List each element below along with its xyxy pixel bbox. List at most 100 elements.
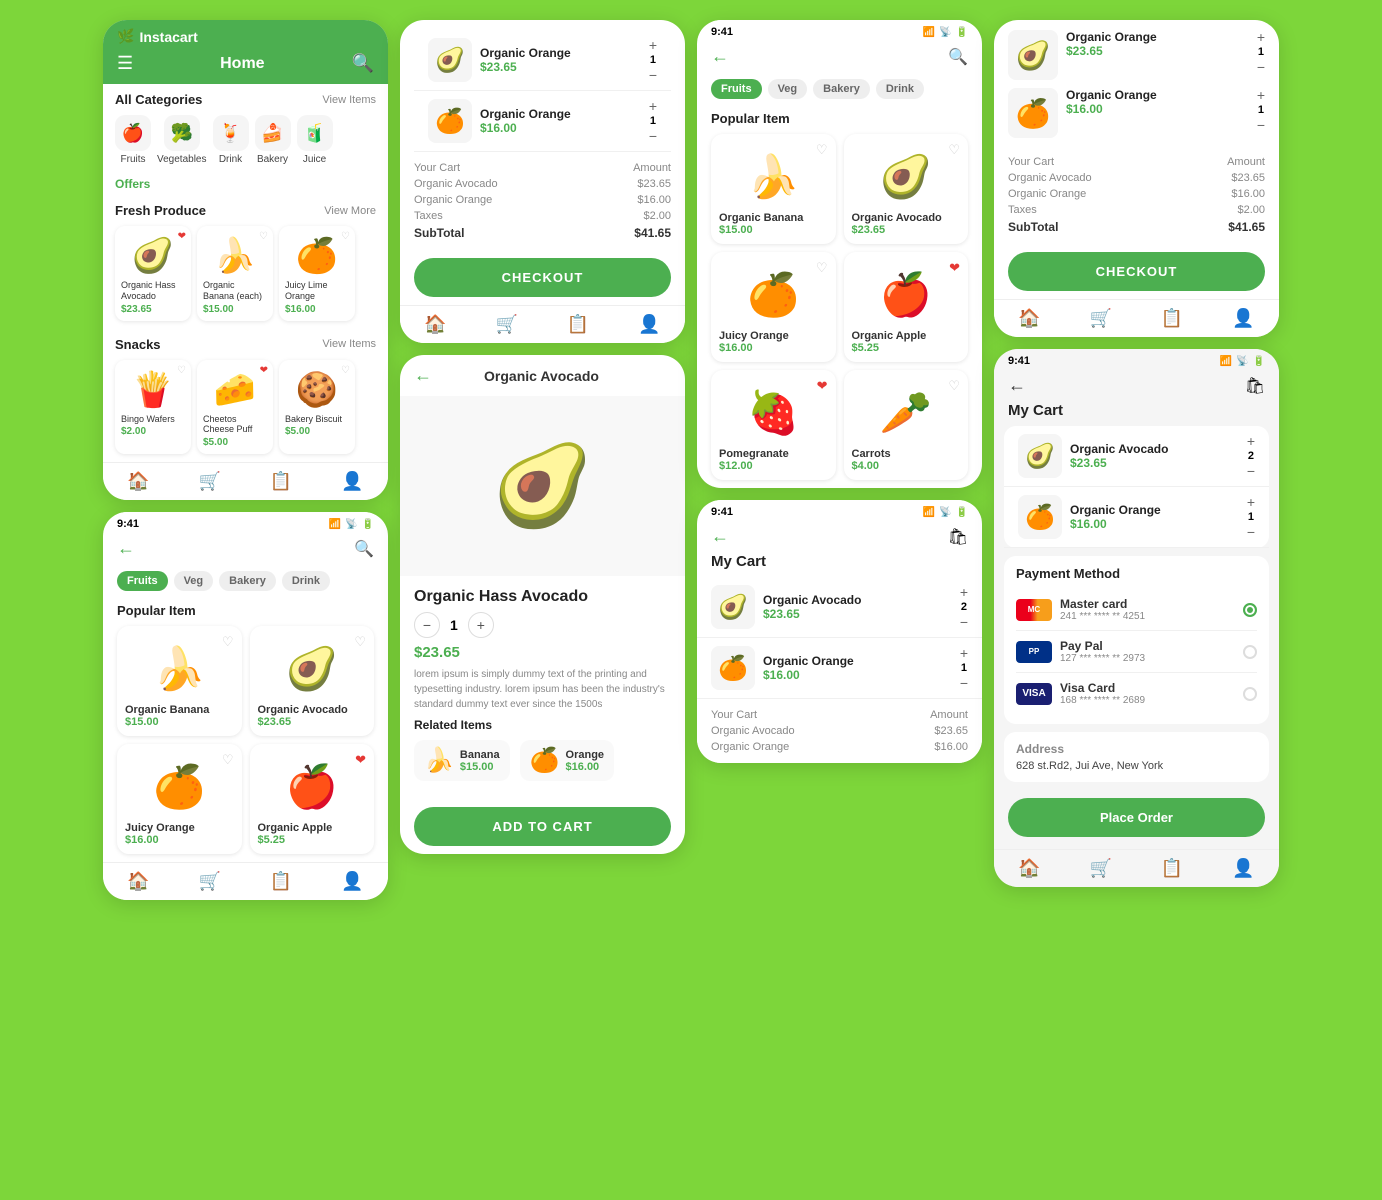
cat-vegetables[interactable]: 🥦 Vegetables (157, 115, 207, 165)
visa-radio[interactable] (1243, 687, 1257, 701)
tab-drink-4[interactable]: Drink (876, 79, 924, 99)
tab-fruits-4[interactable]: Fruits (711, 79, 762, 99)
menu-icon[interactable]: ☰ (117, 53, 133, 74)
payment-mastercard[interactable]: MC Master card 241 *** **** ** 4251 (1016, 589, 1257, 631)
grid-pom-heart-4[interactable]: ❤ (817, 378, 828, 394)
grid-avocado-heart-6[interactable]: ♡ (354, 634, 366, 650)
back-btn-4[interactable]: ← (711, 46, 729, 67)
paypal-radio[interactable] (1243, 645, 1257, 659)
qty-plus-avocado[interactable]: + (649, 38, 657, 52)
product-biscuit[interactable]: ♡ 🍪 Bakery Biscuit $5.00 (279, 360, 355, 455)
product-banana[interactable]: ♡ 🍌 Organic Banana (each) $15.00 (197, 226, 273, 321)
nav-orders-7[interactable]: 📋 (1161, 308, 1183, 329)
avocado-heart[interactable]: ❤ (178, 231, 186, 242)
qty-minus-avocado[interactable]: − (649, 68, 657, 82)
nav-orders-icon[interactable]: 📋 (270, 471, 292, 492)
search-btn-4[interactable]: 🔍 (948, 47, 968, 67)
cat-juice[interactable]: 🧃 Juice (297, 115, 333, 165)
product-orange[interactable]: ♡ 🍊 Juicy Lime Orange $16.00 (279, 226, 355, 321)
qty-minus-orange-5[interactable]: − (960, 676, 968, 690)
tab-veg-4[interactable]: Veg (768, 79, 808, 99)
nav-cart-7[interactable]: 🛒 (1090, 308, 1112, 329)
cart-bag-icon-8[interactable]: 🛍 (1245, 376, 1265, 396)
qty-minus-orange[interactable]: − (649, 129, 657, 143)
back-btn-5[interactable]: ← (711, 526, 729, 547)
grid-pomegranate-4[interactable]: ❤ 🍓 Pomegranate $12.00 (711, 370, 836, 480)
nav-home-8[interactable]: 🏠 (1018, 858, 1040, 879)
grid-carrot-4[interactable]: ♡ 🥕 Carrots $4.00 (844, 370, 969, 480)
grid-carrot-heart-4[interactable]: ♡ (948, 378, 960, 394)
banana-heart[interactable]: ♡ (259, 231, 268, 242)
grid-banana-heart-6[interactable]: ♡ (222, 634, 234, 650)
grid-apple-6[interactable]: ❤ 🍎 Organic Apple $5.25 (250, 744, 375, 854)
nav-cart-icon[interactable]: 🛒 (199, 471, 221, 492)
grid-banana-heart-4[interactable]: ♡ (816, 142, 828, 158)
back-btn-8[interactable]: ← (1008, 375, 1026, 396)
qty-plus-7b[interactable]: + (1257, 88, 1265, 102)
search-icon[interactable]: 🔍 (352, 53, 374, 74)
cheetos-heart[interactable]: ❤ (260, 365, 268, 376)
qty-minus-7a[interactable]: − (1257, 60, 1265, 74)
tab-bakery-4[interactable]: Bakery (813, 79, 870, 99)
nav-cart-6[interactable]: 🛒 (199, 871, 221, 892)
search-btn-6[interactable]: 🔍 (354, 539, 374, 559)
qty-plus-pay-o[interactable]: + (1247, 495, 1255, 509)
payment-visa[interactable]: VISA Visa Card 168 *** **** ** 2689 (1016, 673, 1257, 714)
back-btn-detail[interactable]: ← (414, 365, 432, 386)
wafers-heart[interactable]: ♡ (177, 365, 186, 376)
nav-profile-icon[interactable]: 👤 (341, 471, 363, 492)
place-order-btn[interactable]: Place Order (1008, 798, 1265, 837)
grid-avocado-heart-4[interactable]: ♡ (948, 142, 960, 158)
cart-bag-icon-5[interactable]: 🛍 (948, 527, 968, 547)
qty-minus-pay-o[interactable]: − (1247, 525, 1255, 539)
grid-orange-heart-6[interactable]: ♡ (222, 752, 234, 768)
grid-orange-4[interactable]: ♡ 🍊 Juicy Orange $16.00 (711, 252, 836, 362)
product-cheetos[interactable]: ❤ 🧀 Cheetos Cheese Puff $5.00 (197, 360, 273, 455)
grid-apple-heart-6[interactable]: ❤ (355, 752, 366, 768)
qty-plus-orange[interactable]: + (649, 99, 657, 113)
cat-bakery[interactable]: 🍰 Bakery (255, 115, 291, 165)
grid-avocado-4[interactable]: ♡ 🥑 Organic Avocado $23.65 (844, 134, 969, 244)
back-btn-6[interactable]: ← (117, 538, 135, 559)
fresh-produce-view-link[interactable]: View More (324, 205, 376, 217)
nav-profile-2[interactable]: 👤 (638, 314, 660, 335)
qty-minus-pay-a[interactable]: − (1247, 464, 1255, 478)
grid-apple-4[interactable]: ❤ 🍎 Organic Apple $5.25 (844, 252, 969, 362)
grid-banana-4[interactable]: ♡ 🍌 Organic Banana $15.00 (711, 134, 836, 244)
grid-banana-6[interactable]: ♡ 🍌 Organic Banana $15.00 (117, 626, 242, 736)
product-wafers[interactable]: ♡ 🍟 Bingo Wafers $2.00 (115, 360, 191, 455)
cat-fruits[interactable]: 🍎 Fruits (115, 115, 151, 165)
nav-home-7[interactable]: 🏠 (1018, 308, 1040, 329)
categories-view-link[interactable]: View Items (322, 94, 376, 106)
nav-profile-6[interactable]: 👤 (341, 871, 363, 892)
qty-minus-detail[interactable]: − (414, 612, 440, 638)
nav-home-icon[interactable]: 🏠 (127, 471, 149, 492)
qty-plus-orange-5[interactable]: + (960, 646, 968, 660)
related-banana[interactable]: 🍌 Banana $15.00 (414, 740, 510, 781)
nav-cart-8[interactable]: 🛒 (1090, 858, 1112, 879)
grid-avocado-6[interactable]: ♡ 🥑 Organic Avocado $23.65 (250, 626, 375, 736)
grid-apple-heart-4[interactable]: ❤ (949, 260, 960, 276)
qty-plus-pay-a[interactable]: + (1247, 434, 1255, 448)
tab-veg-6[interactable]: Veg (174, 571, 214, 591)
tab-fruits-6[interactable]: Fruits (117, 571, 168, 591)
nav-orders-2[interactable]: 📋 (567, 314, 589, 335)
nav-profile-7[interactable]: 👤 (1232, 308, 1254, 329)
tab-bakery-6[interactable]: Bakery (219, 571, 276, 591)
qty-minus-7b[interactable]: − (1257, 118, 1265, 132)
nav-orders-6[interactable]: 📋 (270, 871, 292, 892)
orange-heart[interactable]: ♡ (341, 231, 350, 242)
qty-plus-avocado-5[interactable]: + (960, 585, 968, 599)
nav-cart-2[interactable]: 🛒 (496, 314, 518, 335)
nav-home-2[interactable]: 🏠 (424, 314, 446, 335)
tab-drink-6[interactable]: Drink (282, 571, 330, 591)
grid-orange-heart-4[interactable]: ♡ (816, 260, 828, 276)
qty-plus-7a[interactable]: + (1257, 30, 1265, 44)
related-orange[interactable]: 🍊 Orange $16.00 (520, 740, 614, 781)
nav-home-6[interactable]: 🏠 (127, 871, 149, 892)
checkout-btn-right[interactable]: CHECKOUT (1008, 252, 1265, 291)
grid-orange-6[interactable]: ♡ 🍊 Juicy Orange $16.00 (117, 744, 242, 854)
biscuit-heart[interactable]: ♡ (341, 365, 350, 376)
mastercard-radio[interactable] (1243, 603, 1257, 617)
qty-minus-avocado-5[interactable]: − (960, 615, 968, 629)
